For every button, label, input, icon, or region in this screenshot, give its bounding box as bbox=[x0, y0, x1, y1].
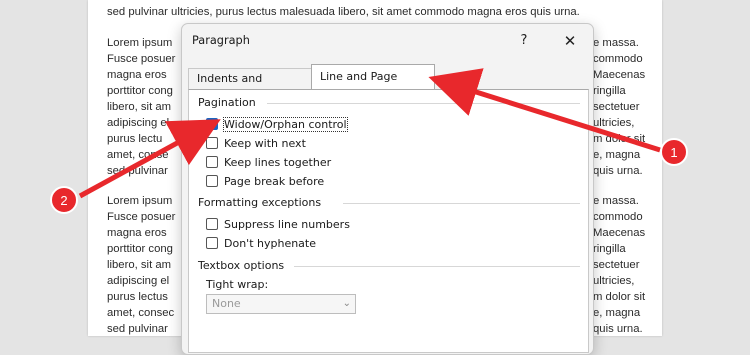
doc-fragment: e massa. bbox=[593, 37, 639, 49]
checkbox-label: Keep with next bbox=[224, 136, 306, 150]
doc-fragment: ultricies, bbox=[593, 117, 635, 129]
dont-hyphenate-checkbox[interactable]: Don't hyphenate bbox=[206, 235, 316, 251]
callout-1-badge: 1 bbox=[660, 138, 688, 166]
tab-line-and-page-breaks[interactable]: Line and Page Breaks bbox=[311, 64, 435, 107]
doc-fragment: e massa. bbox=[593, 195, 639, 207]
callout-2-badge: 2 bbox=[50, 186, 78, 214]
doc-fragment: ringilla bbox=[593, 85, 626, 97]
doc-fragment: Lorem ipsum bbox=[107, 195, 173, 207]
tight-wrap-value: None bbox=[212, 297, 241, 310]
doc-fragment: porttitor cong bbox=[107, 85, 173, 97]
tab-panel: Pagination Widow/Orphan control Keep wit… bbox=[188, 89, 589, 353]
callout-1-number: 1 bbox=[670, 145, 677, 160]
page-break-before-checkbox[interactable]: Page break before bbox=[206, 173, 324, 189]
checkbox-icon[interactable] bbox=[206, 175, 218, 187]
checkbox-label: Suppress line numbers bbox=[224, 217, 350, 231]
doc-fragment: Maecenas bbox=[593, 69, 646, 81]
doc-fragment: ultricies, bbox=[593, 275, 635, 287]
checkbox-label: Widow/Orphan control bbox=[223, 116, 348, 132]
tight-wrap-select[interactable]: None ⌄ bbox=[206, 294, 356, 314]
doc-fragment: magna eros bbox=[107, 69, 167, 81]
formatting-exceptions-heading: Formatting exceptions bbox=[198, 196, 322, 209]
dialog-titlebar: Paragraph ? ✕ bbox=[182, 24, 593, 58]
chevron-down-icon: ⌄ bbox=[342, 298, 351, 309]
checkbox-icon[interactable] bbox=[206, 156, 218, 168]
suppress-line-numbers-checkbox[interactable]: Suppress line numbers bbox=[206, 216, 350, 232]
checkbox-icon[interactable] bbox=[206, 137, 218, 149]
doc-fragment: Lorem ipsum bbox=[107, 37, 173, 49]
pagination-heading: Pagination bbox=[198, 96, 256, 109]
doc-fragment: purus lectus bbox=[107, 291, 168, 303]
doc-fragment: adipiscing el bbox=[107, 275, 170, 287]
checkbox-label: Page break before bbox=[224, 174, 325, 188]
doc-fragment: libero, sit am bbox=[107, 259, 172, 271]
checkbox-label: Don't hyphenate bbox=[224, 236, 317, 250]
doc-fragment: adipiscing el bbox=[107, 117, 170, 129]
doc-fragment: e, magna bbox=[593, 149, 641, 161]
divider bbox=[267, 103, 580, 104]
checkbox-label: Keep lines together bbox=[224, 155, 332, 169]
doc-fragment: quis urna. bbox=[593, 165, 643, 177]
textbox-options-heading: Textbox options bbox=[198, 259, 285, 272]
tight-wrap-label: Tight wrap: bbox=[206, 278, 269, 291]
doc-fragment: magna eros bbox=[107, 227, 167, 239]
doc-fragment: libero, sit am bbox=[107, 101, 172, 113]
keep-lines-together-checkbox[interactable]: Keep lines together bbox=[206, 154, 331, 170]
divider bbox=[294, 266, 580, 267]
dialog-title: Paragraph bbox=[192, 34, 250, 47]
help-button[interactable]: ? bbox=[512, 29, 536, 53]
widow-orphan-control-checkbox[interactable]: Widow/Orphan control bbox=[206, 116, 348, 132]
doc-fragment: porttitor cong bbox=[107, 243, 173, 255]
close-button[interactable]: ✕ bbox=[558, 29, 582, 53]
doc-fragment: ringilla bbox=[593, 243, 626, 255]
doc-fragment: purus lectu bbox=[107, 133, 163, 145]
document-text-line: sed pulvinar ultricies, purus lectus mal… bbox=[107, 6, 580, 18]
doc-fragment: Fusce posuer bbox=[107, 53, 176, 65]
doc-fragment: sectetuer bbox=[593, 101, 640, 113]
checkbox-icon[interactable] bbox=[206, 237, 218, 249]
doc-fragment: sectetuer bbox=[593, 259, 640, 271]
doc-fragment: amet, conse bbox=[107, 149, 169, 161]
doc-fragment: m dolor sit bbox=[593, 133, 646, 145]
doc-fragment: e, magna bbox=[593, 307, 641, 319]
doc-fragment: quis urna. bbox=[593, 323, 643, 335]
tab-indents-and-spacing[interactable]: Indents and Spacing bbox=[188, 68, 312, 105]
checkbox-checked-icon[interactable] bbox=[206, 118, 218, 130]
callout-2-number: 2 bbox=[60, 193, 67, 208]
doc-fragment: sed pulvinar bbox=[107, 165, 168, 177]
doc-fragment: commodo bbox=[593, 211, 643, 223]
doc-fragment: Fusce posuer bbox=[107, 211, 176, 223]
doc-fragment: commodo bbox=[593, 53, 643, 65]
checkbox-icon[interactable] bbox=[206, 218, 218, 230]
doc-fragment: amet, consec bbox=[107, 307, 175, 319]
doc-fragment: Maecenas bbox=[593, 227, 646, 239]
paragraph-dialog: Paragraph ? ✕ Indents and Spacing Line a… bbox=[181, 23, 594, 355]
doc-fragment: sed pulvinar bbox=[107, 323, 168, 335]
doc-fragment: m dolor sit bbox=[593, 291, 646, 303]
keep-with-next-checkbox[interactable]: Keep with next bbox=[206, 135, 306, 151]
divider bbox=[343, 203, 580, 204]
